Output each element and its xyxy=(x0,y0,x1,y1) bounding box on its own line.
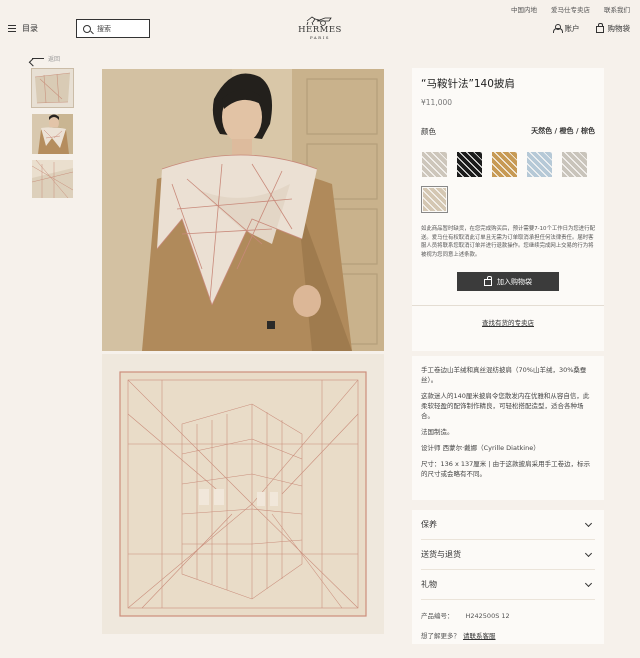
hamburger-icon xyxy=(8,25,16,32)
description-material: 手工卷边山羊绒和真丝混纺披肩（70%山羊绒，30%桑蚕丝）。 xyxy=(421,366,587,384)
link-region[interactable]: 中国内地 xyxy=(511,4,537,14)
account-button[interactable]: 账户 xyxy=(552,23,580,34)
find-store-link[interactable]: 查找有货的专卖店 xyxy=(421,317,595,327)
logo-wordmark: HERMES xyxy=(298,25,342,35)
swatch-fill xyxy=(457,152,482,177)
thumbnail-model[interactable] xyxy=(32,114,73,154)
info-accordion: 保养 送货与退货 礼物 产品编号： H242500S 12 想了解更多？ 请联系客服 xyxy=(412,510,604,644)
search-placeholder: 搜索 xyxy=(97,24,111,33)
accordion-care[interactable]: 保养 xyxy=(421,510,595,540)
accordion-label: 保养 xyxy=(421,520,437,529)
description-origin: 法国制造。 xyxy=(421,428,454,436)
color-swatch[interactable] xyxy=(456,151,483,178)
arrow-left-icon xyxy=(32,57,44,60)
description-card: 手工卷边山羊绒和真丝混纺披肩（70%山羊绒，30%桑蚕丝）。 这款迷人的140厘… xyxy=(412,356,604,500)
back-link[interactable]: 返回 xyxy=(32,54,60,63)
accordion-label: 礼物 xyxy=(421,580,437,589)
divider xyxy=(412,305,604,306)
accordion-gift[interactable]: 礼物 xyxy=(421,570,595,600)
color-swatches xyxy=(421,151,601,213)
product-card: “马鞍针法”140披肩 ¥11,000 颜色 天然色 / 橙色 / 棕色 如此商… xyxy=(412,68,604,351)
stock-notice: 如此商品暂时缺货，在您完成购买后，预计需要7-10个工作日为您进行配送。爱马仕有… xyxy=(421,226,595,258)
color-swatch[interactable] xyxy=(421,151,448,178)
color-label: 颜色 xyxy=(421,127,436,136)
contact-row: 想了解更多？ 请联系客服 xyxy=(421,630,595,640)
brand-logo[interactable]: HERMES PARIS xyxy=(290,14,350,40)
bag-icon xyxy=(484,276,492,286)
color-row: 颜色 天然色 / 橙色 / 棕色 xyxy=(421,126,595,137)
site-header: 目录 搜索 HERMES PARIS 账户 购物袋 xyxy=(0,16,640,42)
cart-label: 购物袋 xyxy=(607,24,631,33)
cart-button[interactable]: 购物袋 xyxy=(595,23,631,34)
color-value: 天然色 / 橙色 / 棕色 xyxy=(531,127,595,135)
chevron-down-icon xyxy=(584,549,593,557)
add-to-cart-button[interactable]: 加入购物袋 xyxy=(457,272,559,291)
swatch-fill xyxy=(562,152,587,177)
reference-value: H242500S 12 xyxy=(465,612,510,620)
search-icon xyxy=(83,24,91,33)
link-contact[interactable]: 联系我们 xyxy=(604,4,630,14)
contact-link[interactable]: 请联系客服 xyxy=(463,632,496,640)
swatch-fill xyxy=(422,152,447,177)
product-image-model xyxy=(102,69,384,351)
contact-question: 想了解更多？ xyxy=(421,632,460,640)
menu-label: 目录 xyxy=(22,24,38,33)
header-actions: 账户 购物袋 xyxy=(552,23,631,34)
scarf-photo xyxy=(102,354,384,634)
color-swatch[interactable] xyxy=(526,151,553,178)
thumbnail-scarf-detail[interactable] xyxy=(32,160,73,198)
product-reference: 产品编号： H242500S 12 xyxy=(421,610,595,620)
color-swatch[interactable] xyxy=(421,186,448,213)
description-body: 这款迷人的140厘米披肩令您散发内在优雅和从容自信，此柔软轻盈的配饰制作精良，可… xyxy=(421,392,590,420)
thumbnail-image xyxy=(32,69,73,107)
back-label: 返回 xyxy=(48,56,61,63)
account-label: 账户 xyxy=(564,24,580,33)
thumbnail-image xyxy=(32,160,73,198)
swatch-fill xyxy=(527,152,552,177)
search-input[interactable]: 搜索 xyxy=(76,19,150,38)
accordion-label: 送货与退货 xyxy=(421,550,461,559)
thumbnail-scarf-folded[interactable] xyxy=(31,68,74,108)
chevron-down-icon xyxy=(584,519,593,527)
logo-city: PARIS xyxy=(309,35,331,40)
account-icon xyxy=(552,24,563,33)
color-swatch[interactable] xyxy=(491,151,518,178)
product-image-scarf xyxy=(102,354,384,634)
swatch-fill xyxy=(423,188,446,211)
thumbnail-image xyxy=(32,114,73,154)
link-stores[interactable]: 爱马仕专卖店 xyxy=(551,4,590,14)
product-price: ¥11,000 xyxy=(421,98,453,107)
bag-icon xyxy=(595,23,604,33)
product-title: “马鞍针法”140披肩 xyxy=(421,78,515,90)
reference-label: 产品编号： xyxy=(421,612,454,620)
accordion-shipping[interactable]: 送货与退货 xyxy=(421,540,595,570)
description-designer: 设计师 西蒙尔·戴娜（Cyrille Diatkine） xyxy=(421,444,540,452)
add-to-cart-label: 加入购物袋 xyxy=(497,277,532,286)
swatch-fill xyxy=(492,152,517,177)
description-size: 尺寸：136 x 137厘米 | 由于这款披肩采用手工卷边，标示的尺寸或会略有不… xyxy=(421,460,591,478)
model-photo xyxy=(102,69,384,351)
menu-button[interactable]: 目录 xyxy=(8,23,38,34)
chevron-down-icon xyxy=(584,579,593,587)
color-swatch[interactable] xyxy=(561,151,588,178)
